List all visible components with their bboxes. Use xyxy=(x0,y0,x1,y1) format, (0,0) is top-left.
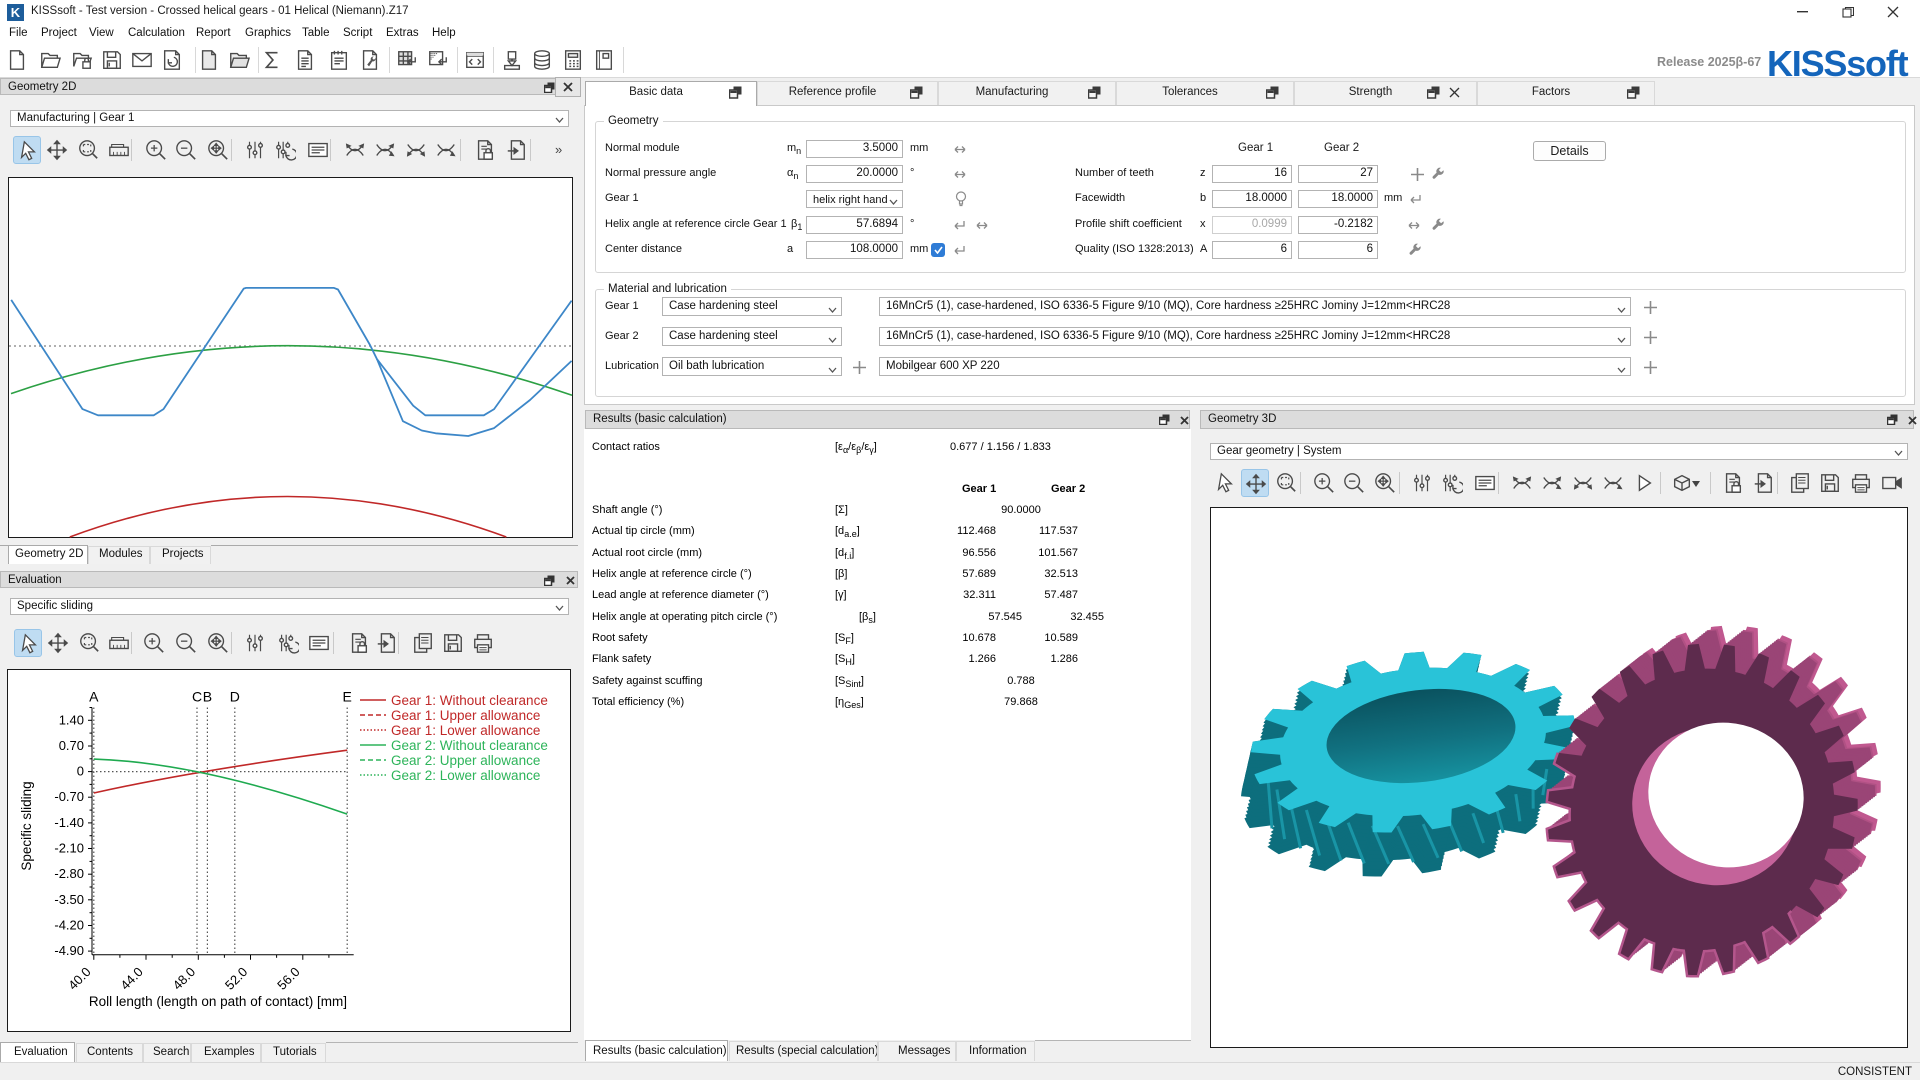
svg-text:0: 0 xyxy=(77,764,84,779)
svg-text:-2.10: -2.10 xyxy=(54,841,84,856)
svg-text:C: C xyxy=(192,689,202,705)
svg-text:B: B xyxy=(203,689,212,705)
svg-text:Specific sliding: Specific sliding xyxy=(19,781,34,870)
svg-text:E: E xyxy=(343,689,352,705)
svg-text:-1.40: -1.40 xyxy=(54,815,84,830)
svg-text:-0.70: -0.70 xyxy=(54,789,84,804)
svg-text:-2.80: -2.80 xyxy=(54,866,84,881)
svg-text:Gear 1: Lower allowance: Gear 1: Lower allowance xyxy=(391,723,540,738)
svg-text:A: A xyxy=(89,689,99,705)
svg-text:Gear 1: Upper allowance: Gear 1: Upper allowance xyxy=(391,708,540,723)
svg-text:Roll length (length on path of: Roll length (length on path of contact) … xyxy=(89,994,347,1009)
svg-text:0.70: 0.70 xyxy=(59,738,84,753)
svg-text:Gear 2: Without clearance: Gear 2: Without clearance xyxy=(391,738,548,753)
svg-text:Gear 1: Without clearance: Gear 1: Without clearance xyxy=(391,693,548,708)
svg-text:D: D xyxy=(230,689,240,705)
svg-text:Gear 2: Lower allowance: Gear 2: Lower allowance xyxy=(391,768,540,783)
svg-text:-4.90: -4.90 xyxy=(54,943,84,958)
svg-text:-3.50: -3.50 xyxy=(54,892,84,907)
svg-text:Gear 2: Upper allowance: Gear 2: Upper allowance xyxy=(391,753,540,768)
svg-text:-4.20: -4.20 xyxy=(54,918,84,933)
svg-text:1.40: 1.40 xyxy=(59,712,84,727)
